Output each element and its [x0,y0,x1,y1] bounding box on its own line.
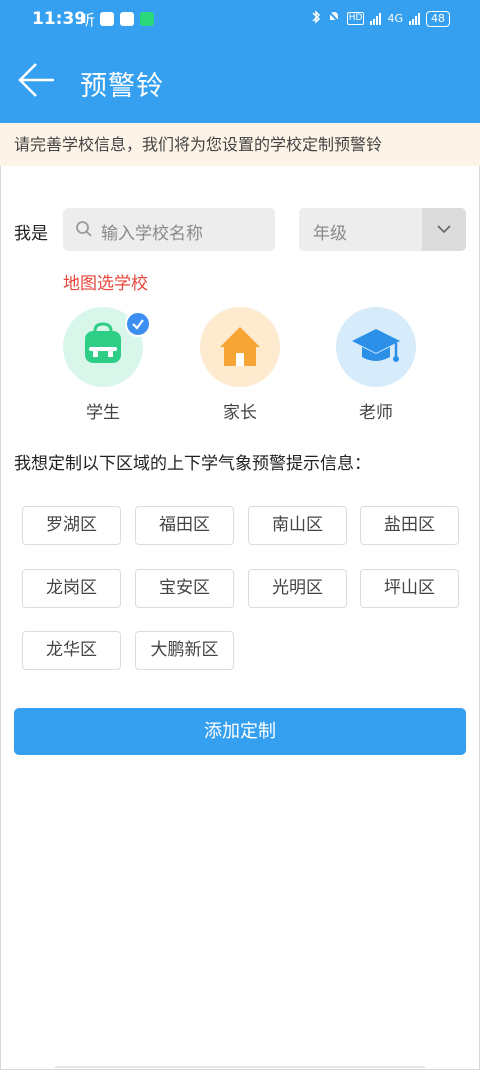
bottom-divider [55,1066,425,1068]
role-label: 我是 [14,224,48,244]
map-pick-school-link[interactable]: 地图选学校 [63,269,148,294]
network-type: 4G [387,12,403,25]
role-teacher[interactable]: 老师 [336,307,416,423]
mute-icon [327,10,341,27]
grade-placeholder: 年级 [313,224,347,244]
app-notification-icon [140,12,154,26]
area-chip-nanshan[interactable]: 南山区 [248,506,347,545]
top-bar: 11:39 听 HD 4G 48 预警铃 [0,0,480,123]
role-teacher-label: 老师 [359,403,393,423]
grade-select[interactable]: 年级 [299,208,466,251]
role-student-label: 学生 [86,403,120,423]
area-chip-guangming[interactable]: 光明区 [248,569,347,608]
role-parent[interactable]: 家长 [200,307,280,423]
page-title: 预警铃 [80,71,164,102]
battery-icon: 48 [426,10,450,27]
role-parent-circle [200,307,280,387]
search-icon [76,221,92,237]
hd-icon: HD [346,12,365,25]
grade-dropdown-button[interactable] [422,208,466,251]
area-chip-longhua[interactable]: 龙华区 [22,631,121,670]
status-ting: 听 [80,11,96,29]
bluetooth-icon [311,10,321,27]
chevron-down-icon [437,225,451,234]
area-chip-futian[interactable]: 福田区 [135,506,234,545]
school-form-row: 我是 输入学校名称 年级 [0,208,480,252]
area-section-title: 我想定制以下区域的上下学气象预警提示信息： [14,454,371,474]
role-parent-label: 家长 [223,403,257,423]
graduation-cap-icon [352,329,400,362]
app-notification-icon [100,12,114,26]
signal-icon [370,12,382,25]
area-chip-pingshan[interactable]: 坪山区 [360,569,459,608]
search-placeholder: 输入学校名称 [101,224,203,244]
area-chip-longgang[interactable]: 龙岗区 [22,569,121,608]
role-student-circle [63,307,151,387]
selected-check-icon [125,311,151,337]
app-notification-icon [120,12,134,26]
notice-banner: 请完善学校信息，我们将为您设置的学校定制预警铃 [0,123,480,166]
arrow-left-icon [18,63,54,97]
status-time: 11:39 [32,9,87,29]
signal-icon [409,12,420,25]
area-chip-yantian[interactable]: 盐田区 [360,506,459,545]
status-right: HD 4G 48 [311,10,450,27]
area-chip-baoan[interactable]: 宝安区 [135,569,234,608]
add-subscription-button[interactable]: 添加定制 [14,708,466,755]
role-student[interactable]: 学生 [63,307,151,423]
back-button[interactable] [16,58,60,102]
area-chip-luohu[interactable]: 罗湖区 [22,506,121,545]
area-chip-dapeng[interactable]: 大鹏新区 [135,631,234,670]
school-search-input[interactable]: 输入学校名称 [63,208,275,251]
app-header: 预警铃 [0,38,480,123]
role-teacher-circle [336,307,416,387]
house-icon [220,327,260,366]
status-bar: 11:39 听 HD 4G 48 [0,0,480,38]
